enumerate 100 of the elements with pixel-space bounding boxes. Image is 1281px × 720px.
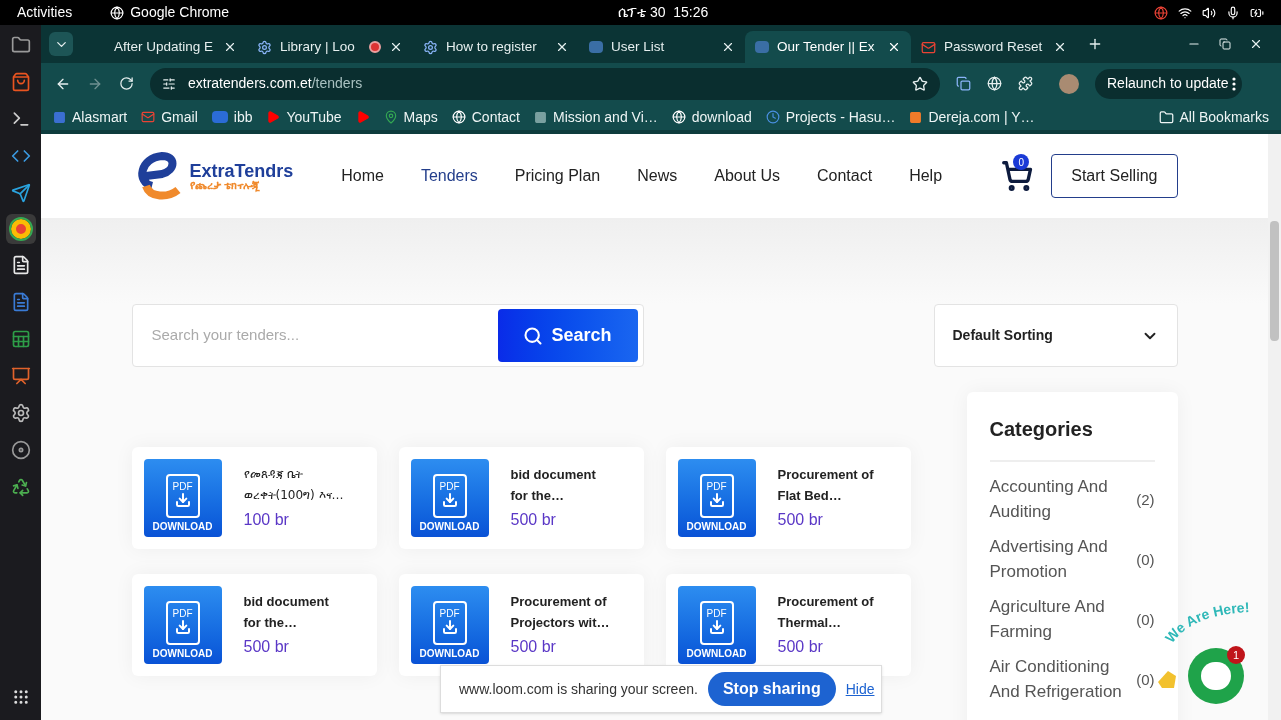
- scrollbar[interactable]: [1268, 134, 1281, 720]
- globe-icon[interactable]: [987, 76, 1002, 91]
- tab-title: User List: [611, 37, 666, 56]
- wifi-icon[interactable]: [1178, 5, 1192, 20]
- close-icon[interactable]: [1249, 37, 1263, 51]
- volume-icon[interactable]: [1202, 5, 1216, 20]
- pdf-label: PDF: [172, 609, 193, 619]
- hide-link[interactable]: Hide: [845, 678, 875, 700]
- nav-link[interactable]: About Us: [714, 164, 780, 188]
- close-icon[interactable]: [887, 40, 901, 54]
- bookmark[interactable]: Dereja.com | Y…: [909, 106, 1035, 128]
- mail-icon: [921, 39, 936, 55]
- nav-link[interactable]: Pricing Plan: [514, 164, 601, 188]
- search-button[interactable]: Search: [497, 309, 638, 362]
- browser-tab[interactable]: How to register: [413, 31, 579, 63]
- gear-icon[interactable]: [10, 403, 31, 423]
- category-link[interactable]: Accounting And Auditing: [989, 474, 1130, 524]
- relaunch-button[interactable]: Relaunch to update: [1095, 68, 1243, 99]
- bookmark[interactable]: ibb: [211, 106, 253, 128]
- logo[interactable]: ExtraTendrs የጨረታ ቴክኖሎጂ: [131, 152, 294, 200]
- close-icon[interactable]: [721, 40, 735, 54]
- browser-icon[interactable]: [5, 214, 36, 244]
- disc-icon[interactable]: [10, 440, 31, 460]
- new-tab-icon[interactable]: [1087, 36, 1103, 52]
- category-link[interactable]: Air Conditioning And Refrigeration: [989, 654, 1130, 704]
- tender-card[interactable]: PDF DOWNLOAD የመጸዳጃ ቤት ወረቀት(100ግ) እና… 100 br: [131, 447, 377, 549]
- tab-title: After Updating E: [114, 37, 215, 56]
- activities-button[interactable]: Activities: [17, 2, 73, 23]
- close-icon[interactable]: [389, 40, 403, 54]
- recycle-icon[interactable]: [10, 477, 31, 497]
- tender-title: የመጸዳጃ ቤት ወረቀት(100ግ) እና…: [243, 466, 345, 504]
- spreadsheet-icon[interactable]: [10, 329, 31, 349]
- tender-price: 500 br: [243, 637, 290, 657]
- close-icon[interactable]: [555, 40, 569, 54]
- category-link[interactable]: Advertising And Promotion: [989, 534, 1130, 584]
- tab-search-button[interactable]: [49, 32, 73, 56]
- extensions-icon[interactable]: [1018, 76, 1033, 91]
- bookmark[interactable]: Alasmart: [53, 106, 128, 128]
- category-link[interactable]: Agriculture And Farming: [989, 594, 1130, 644]
- tender-card[interactable]: PDF DOWNLOAD Procurement of Projectors wit… 500 br: [398, 574, 644, 676]
- download-label: DOWNLOAD: [419, 522, 480, 532]
- restore-icon[interactable]: [1219, 38, 1231, 50]
- tender-card[interactable]: PDF DOWNLOAD bid document for the… 500 br: [131, 574, 377, 676]
- search-field[interactable]: Search your tenders...: [151, 324, 498, 347]
- bookmark[interactable]: Projects - Hasu…: [765, 106, 896, 128]
- tender-price: 500 br: [777, 510, 824, 530]
- play-icon: [266, 110, 281, 124]
- nav-link[interactable]: Tenders: [420, 164, 478, 188]
- tender-price: 500 br: [510, 637, 557, 657]
- download-arrow-icon: [174, 492, 191, 508]
- reload-icon[interactable]: [119, 76, 134, 91]
- tab-title: Library | Loo: [280, 37, 356, 56]
- category-count: (0): [1136, 549, 1155, 570]
- tender-card[interactable]: PDF DOWNLOAD bid document for the… 500 br: [398, 447, 644, 549]
- browser-tab[interactable]: After Updating E: [81, 31, 247, 63]
- start-selling-button[interactable]: Start Selling: [1051, 154, 1178, 198]
- avatar-icon[interactable]: [1059, 73, 1079, 94]
- download-label: DOWNLOAD: [686, 649, 747, 659]
- browser-tab[interactable]: Password Reset: [911, 31, 1077, 63]
- browser-tab[interactable]: Library | Loo: [247, 31, 413, 63]
- stop-sharing-button[interactable]: Stop sharing: [707, 672, 836, 706]
- browser-tab[interactable]: User List: [579, 31, 745, 63]
- all-bookmarks[interactable]: All Bookmarks: [1158, 106, 1269, 128]
- browser-icon[interactable]: [1154, 5, 1168, 20]
- sort-dropdown[interactable]: Default Sorting: [933, 304, 1178, 367]
- play-icon[interactable]: [355, 110, 370, 124]
- nav-link[interactable]: Help: [909, 164, 943, 188]
- nav-link[interactable]: Home: [341, 164, 384, 188]
- tender-card[interactable]: PDF DOWNLOAD Procurement of Thermal… 500 br: [665, 574, 911, 676]
- tender-title: Procurement of Thermal…: [777, 593, 875, 632]
- close-icon[interactable]: [1053, 40, 1067, 54]
- folder-icon[interactable]: [10, 35, 31, 55]
- download-arrow-icon: [441, 492, 458, 508]
- bookmark[interactable]: YouTube: [266, 106, 342, 128]
- logo-name: ExtraTendrs: [189, 161, 294, 180]
- shopping-bag-icon[interactable]: [10, 72, 31, 92]
- download-label: DOWNLOAD: [152, 649, 213, 659]
- download-label: DOWNLOAD: [419, 649, 480, 659]
- bookmark[interactable]: Maps: [383, 106, 438, 128]
- bookmark[interactable]: download: [671, 106, 752, 128]
- send-icon[interactable]: [10, 183, 31, 203]
- bookmark-star-icon[interactable]: [912, 75, 928, 92]
- address-bar[interactable]: extratenders.com.et/tenders: [150, 67, 940, 100]
- tender-card[interactable]: PDF DOWNLOAD Procurement of Flat Bed… 500 br: [665, 447, 911, 549]
- bookmark[interactable]: Mission and Vi…: [534, 106, 658, 128]
- close-icon[interactable]: [223, 40, 237, 54]
- site-icon: [589, 41, 603, 53]
- browser-tab[interactable]: Our Tender || Ex: [745, 31, 911, 63]
- presentation-icon[interactable]: [10, 366, 31, 386]
- nav-link[interactable]: News: [637, 164, 678, 188]
- app-grid-icon[interactable]: [11, 688, 30, 706]
- clock[interactable]: ሴፕቴ 30 15:26: [618, 2, 709, 23]
- app-name[interactable]: Google Chrome: [130, 2, 230, 23]
- bookmark[interactable]: Gmail: [141, 106, 198, 128]
- bookmark[interactable]: Contact: [451, 106, 520, 128]
- mic-icon[interactable]: [1226, 5, 1240, 20]
- site-info-icon[interactable]: [162, 76, 176, 91]
- extension-icon[interactable]: [956, 76, 971, 91]
- cart-icon[interactable]: [1001, 160, 1034, 192]
- nav-link[interactable]: Contact: [817, 164, 873, 188]
